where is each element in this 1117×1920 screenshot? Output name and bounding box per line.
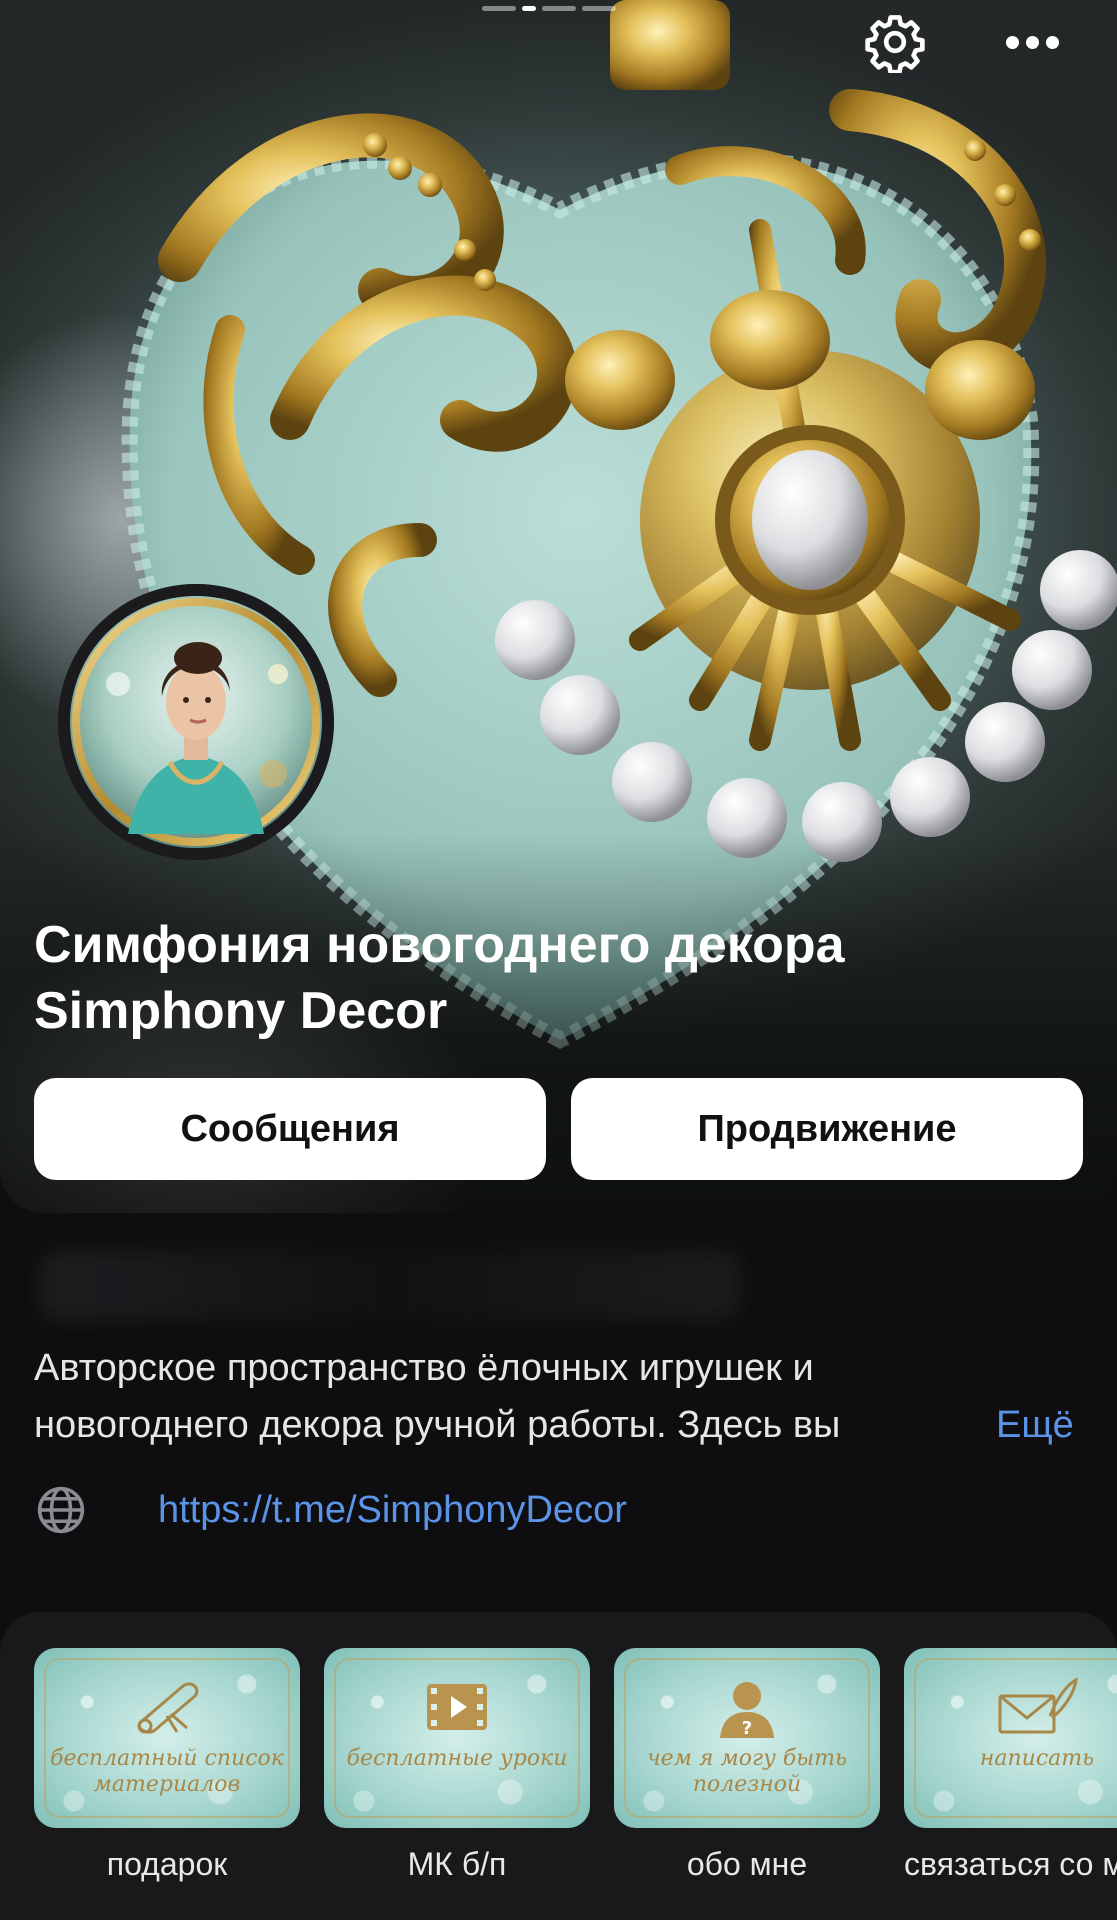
highlight-label: связаться со мной: [904, 1846, 1117, 1882]
user-question-icon: ?: [720, 1682, 774, 1739]
avatar-image: [58, 584, 334, 860]
more-dot: [1005, 35, 1019, 49]
messages-button[interactable]: Сообщения: [34, 1078, 546, 1180]
more-options-button[interactable]: [990, 12, 1074, 72]
highlight-label: МК б/п: [407, 1846, 507, 1882]
svg-text:?: ?: [742, 1718, 752, 1739]
show-more-link[interactable]: Ещё: [996, 1397, 1074, 1454]
globe-icon: [37, 1486, 85, 1534]
film-play-icon: [427, 1684, 487, 1730]
highlight-cover: бесплатные уроки: [324, 1648, 590, 1828]
highlight-item[interactable]: бесплатный список материалов подарок: [34, 1648, 300, 1883]
description-line: Авторское пространство ёлочных игрушек и: [34, 1347, 814, 1389]
highlight-caption: написать: [979, 1746, 1095, 1771]
website-link[interactable]: https://t.me/SimphonyDecor: [158, 1489, 627, 1532]
blurred-status-row: [40, 1250, 740, 1320]
scroll-icon: [137, 1682, 199, 1734]
highlight-caption: бесплатные уроки: [346, 1746, 568, 1771]
more-dot: [1045, 35, 1059, 49]
highlight-cover: написать: [904, 1648, 1117, 1828]
highlight-cover: ? чем я могу быть полезной: [614, 1648, 880, 1828]
avatar[interactable]: [58, 584, 334, 860]
profile-description: Авторское пространство ёлочных игрушек и…: [34, 1340, 1084, 1456]
highlights-bar: бесплатный список материалов подарок бес…: [0, 1612, 1117, 1920]
highlight-label: обо мне: [686, 1846, 808, 1882]
more-dot: [1025, 35, 1039, 49]
gear-icon: [865, 15, 925, 73]
highlight-item[interactable]: написать связаться со мной: [904, 1648, 1117, 1883]
description-line: новогоднего декора ручной работы. Здесь …: [34, 1404, 841, 1446]
promotion-button[interactable]: Продвижение: [571, 1078, 1083, 1180]
highlight-cover: бесплатный список материалов: [34, 1648, 300, 1828]
story-page-indicator: [482, 6, 616, 11]
highlight-label: подарок: [106, 1846, 228, 1882]
profile-cover: Симфония новогоднего декора Simphony Dec…: [0, 0, 1117, 1213]
settings-button[interactable]: [853, 0, 937, 84]
highlight-caption: чем я могу быть полезной: [646, 1746, 848, 1797]
envelope-quill-icon: [998, 1677, 1078, 1734]
highlight-item[interactable]: бесплатные уроки МК б/п: [324, 1648, 590, 1883]
highlight-caption: бесплатный список материалов: [50, 1746, 284, 1797]
page-title: Симфония новогоднего декора Simphony Dec…: [34, 916, 845, 1040]
website-row[interactable]: https://t.me/SimphonyDecor: [34, 1478, 627, 1542]
highlight-item[interactable]: ? чем я могу быть полезной обо мне: [614, 1648, 880, 1883]
